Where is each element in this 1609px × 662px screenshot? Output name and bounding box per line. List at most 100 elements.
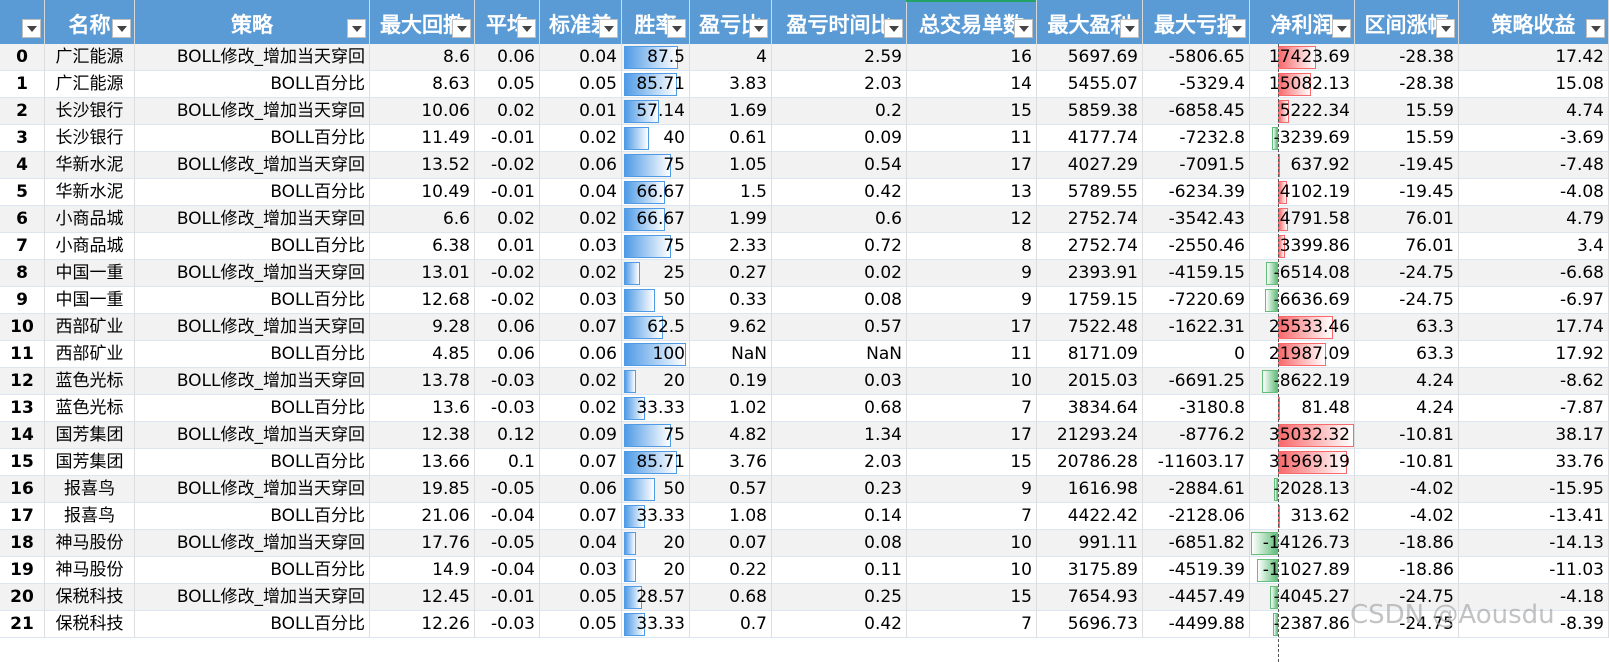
table-cell[interactable]: 12.38 <box>370 422 475 449</box>
table-cell[interactable]: 0.04 <box>540 179 622 206</box>
table-cell[interactable]: 17423.69 <box>1250 44 1355 71</box>
filter-dropdown-icon[interactable] <box>112 19 131 38</box>
table-cell[interactable]: -18.86 <box>1355 530 1459 557</box>
filter-dropdown-icon[interactable] <box>1586 19 1605 38</box>
table-cell[interactable]: -11027.89 <box>1250 557 1355 584</box>
table-cell[interactable]: 神马股份 <box>45 530 135 557</box>
table-cell[interactable]: 0.07 <box>540 314 622 341</box>
column-header-2[interactable]: 策略 <box>135 0 370 44</box>
table-cell[interactable]: 31969.19 <box>1250 449 1355 476</box>
table-cell[interactable]: -13.41 <box>1459 503 1609 530</box>
table-cell[interactable]: 0.04 <box>540 530 622 557</box>
table-cell[interactable]: 5697.69 <box>1037 44 1143 71</box>
table-cell[interactable]: 17.92 <box>1459 341 1609 368</box>
table-cell[interactable]: -24.75 <box>1355 287 1459 314</box>
column-header-3[interactable]: 最大回撤 <box>370 0 475 44</box>
table-cell[interactable]: -6851.82 <box>1143 530 1250 557</box>
table-cell[interactable]: 35032.32 <box>1250 422 1355 449</box>
table-cell[interactable]: 66.67 <box>622 179 690 206</box>
table-cell[interactable]: 17.76 <box>370 530 475 557</box>
table-cell[interactable]: 4027.29 <box>1037 152 1143 179</box>
table-cell[interactable]: 8.63 <box>370 71 475 98</box>
table-cell[interactable]: BOLL百分比 <box>135 179 370 206</box>
table-cell[interactable]: 100 <box>622 341 690 368</box>
table-cell[interactable]: 0.25 <box>772 584 907 611</box>
table-cell[interactable]: -0.05 <box>475 530 540 557</box>
table-cell[interactable]: 0.05 <box>475 71 540 98</box>
table-cell[interactable]: 5859.38 <box>1037 98 1143 125</box>
filter-dropdown-icon[interactable] <box>667 19 686 38</box>
row-index[interactable]: 16 <box>0 476 45 503</box>
table-cell[interactable]: 4.85 <box>370 341 475 368</box>
table-row[interactable]: 11 西部矿业 BOLL百分比 4.85 0.06 0.06 100 NaN NaN 11 8171… <box>0 341 1609 368</box>
row-index[interactable]: 12 <box>0 368 45 395</box>
table-cell[interactable]: 0.72 <box>772 233 907 260</box>
filter-dropdown-icon[interactable] <box>347 19 366 38</box>
table-cell[interactable]: -10.81 <box>1355 422 1459 449</box>
table-cell[interactable]: 76.01 <box>1355 206 1459 233</box>
table-cell[interactable]: BOLL修改_增加当天穿回 <box>135 152 370 179</box>
row-index[interactable]: 14 <box>0 422 45 449</box>
table-cell[interactable]: 17.74 <box>1459 314 1609 341</box>
table-cell[interactable]: BOLL百分比 <box>135 503 370 530</box>
table-cell[interactable]: 4 <box>690 44 772 71</box>
table-cell[interactable]: 11 <box>907 125 1037 152</box>
table-cell[interactable]: 1.69 <box>690 98 772 125</box>
row-index[interactable]: 6 <box>0 206 45 233</box>
table-cell[interactable]: 0.12 <box>475 422 540 449</box>
table-cell[interactable]: BOLL百分比 <box>135 233 370 260</box>
table-cell[interactable]: 2752.74 <box>1037 206 1143 233</box>
table-cell[interactable]: -5806.65 <box>1143 44 1250 71</box>
table-cell[interactable]: -4.02 <box>1355 503 1459 530</box>
table-row[interactable]: 5 华新水泥 BOLL百分比 10.49 -0.01 0.04 66.67 1.5 0.42 13… <box>0 179 1609 206</box>
table-cell[interactable]: -0.04 <box>475 503 540 530</box>
table-cell[interactable]: 0.08 <box>772 530 907 557</box>
table-cell[interactable]: 蓝色光标 <box>45 368 135 395</box>
table-cell[interactable]: BOLL修改_增加当天穿回 <box>135 206 370 233</box>
table-cell[interactable]: 11.49 <box>370 125 475 152</box>
table-cell[interactable]: 0.68 <box>690 584 772 611</box>
table-cell[interactable]: 81.48 <box>1250 395 1355 422</box>
table-cell[interactable]: -18.86 <box>1355 557 1459 584</box>
row-index[interactable]: 11 <box>0 341 45 368</box>
table-cell[interactable]: 6.6 <box>370 206 475 233</box>
table-cell[interactable]: 9.62 <box>690 314 772 341</box>
table-cell[interactable]: 10.06 <box>370 98 475 125</box>
row-index[interactable]: 9 <box>0 287 45 314</box>
table-cell[interactable]: 13.66 <box>370 449 475 476</box>
table-row[interactable]: 4 华新水泥 BOLL修改_增加当天穿回 13.52 -0.02 0.06 75 1.05 0.… <box>0 152 1609 179</box>
table-cell[interactable]: -0.04 <box>475 557 540 584</box>
table-cell[interactable]: 0.57 <box>772 314 907 341</box>
table-cell[interactable]: BOLL修改_增加当天穿回 <box>135 260 370 287</box>
filter-dropdown-icon[interactable] <box>452 19 471 38</box>
table-cell[interactable]: BOLL修改_增加当天穿回 <box>135 368 370 395</box>
table-cell[interactable]: BOLL百分比 <box>135 611 370 638</box>
table-cell[interactable]: -3239.69 <box>1250 125 1355 152</box>
table-cell[interactable]: -4045.27 <box>1250 584 1355 611</box>
table-cell[interactable]: -0.02 <box>475 287 540 314</box>
table-cell[interactable]: 21987.09 <box>1250 341 1355 368</box>
table-cell[interactable]: 0.04 <box>540 44 622 71</box>
table-cell[interactable]: 西部矿业 <box>45 341 135 368</box>
table-cell[interactable]: 1.34 <box>772 422 907 449</box>
table-cell[interactable]: 4102.19 <box>1250 179 1355 206</box>
table-row[interactable]: 1 广汇能源 BOLL百分比 8.63 0.05 0.05 85.71 3.83 2.03 14 5… <box>0 71 1609 98</box>
table-cell[interactable]: 63.3 <box>1355 341 1459 368</box>
table-cell[interactable]: 0.68 <box>772 395 907 422</box>
table-cell[interactable]: 0.07 <box>540 449 622 476</box>
table-cell[interactable]: 4177.74 <box>1037 125 1143 152</box>
table-cell[interactable]: 0.11 <box>772 557 907 584</box>
table-cell[interactable]: 10 <box>907 530 1037 557</box>
table-cell[interactable]: -14126.73 <box>1250 530 1355 557</box>
table-cell[interactable]: 5222.34 <box>1250 98 1355 125</box>
table-cell[interactable]: 广汇能源 <box>45 44 135 71</box>
table-cell[interactable]: 1616.98 <box>1037 476 1143 503</box>
table-cell[interactable]: 0.02 <box>540 260 622 287</box>
table-row[interactable]: 7 小商品城 BOLL百分比 6.38 0.01 0.03 75 2.33 0.72 8 2752.… <box>0 233 1609 260</box>
table-cell[interactable]: 3.4 <box>1459 233 1609 260</box>
table-cell[interactable]: NaN <box>690 341 772 368</box>
column-header-7[interactable]: 盈亏比 <box>690 0 772 44</box>
filter-dropdown-icon[interactable] <box>22 19 41 38</box>
row-index[interactable]: 3 <box>0 125 45 152</box>
table-row[interactable]: 16 报喜鸟 BOLL修改_增加当天穿回 19.85 -0.05 0.06 50 0.57 0.… <box>0 476 1609 503</box>
